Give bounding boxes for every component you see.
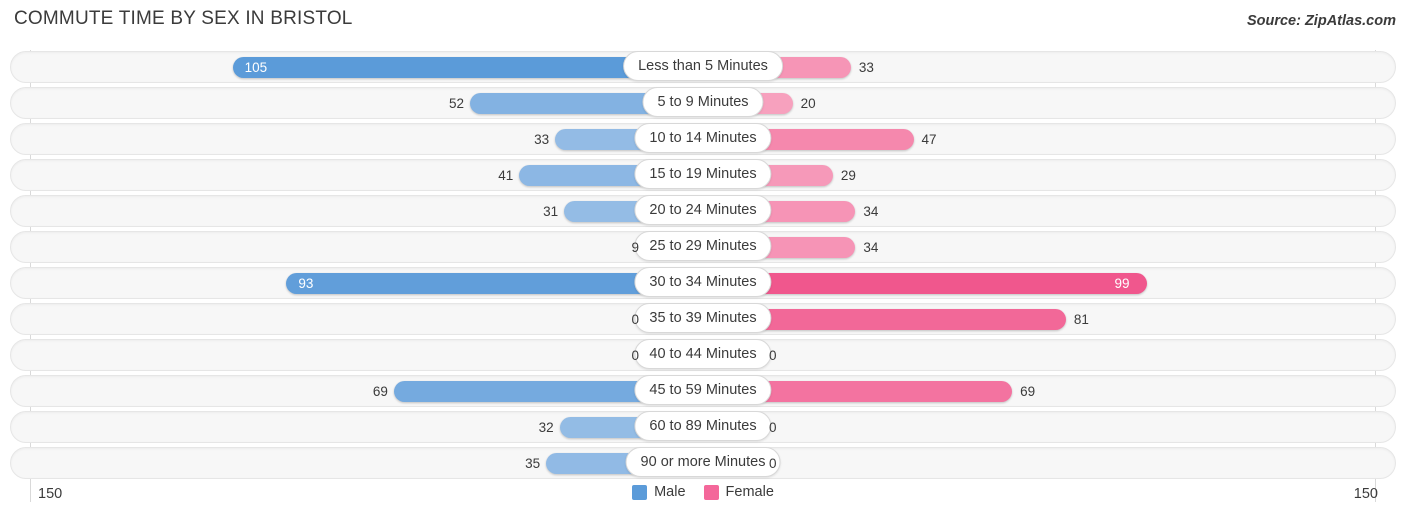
chart-row: 5 to 9 Minutes 52 20	[0, 86, 1406, 122]
value-label-male: 93	[298, 276, 314, 291]
source-attribution: Source: ZipAtlas.com	[1246, 13, 1396, 29]
value-label-female: 0	[769, 420, 777, 435]
value-label-male: 35	[525, 456, 541, 471]
category-label: 60 to 89 Minutes	[634, 411, 772, 441]
value-label-female: 29	[840, 168, 856, 183]
legend-item-female[interactable]: Female	[703, 484, 774, 500]
legend-swatch-female-icon	[703, 484, 719, 500]
chart-row: 15 to 19 Minutes 41 29	[0, 158, 1406, 194]
chart-row: 35 to 39 Minutes 0 81	[0, 302, 1406, 338]
chart-rows: Less than 5 Minutes 105 33 5 to 9 Minutes 52…	[0, 50, 1406, 482]
category-label: 10 to 14 Minutes	[634, 123, 772, 153]
chart-row: 10 to 14 Minutes 33 47	[0, 122, 1406, 158]
chart-row: 20 to 24 Minutes 31 34	[0, 194, 1406, 230]
chart-row: 90 or more Minutes 35 0	[0, 446, 1406, 482]
chart-row: 40 to 44 Minutes 0 0	[0, 338, 1406, 374]
value-label-female: 34	[863, 240, 879, 255]
category-label: 45 to 59 Minutes	[634, 375, 772, 405]
category-label: 35 to 39 Minutes	[634, 303, 772, 333]
chart-row: 25 to 29 Minutes 9 34	[0, 230, 1406, 266]
value-label-female: 99	[1114, 276, 1130, 291]
value-label-female: 81	[1073, 312, 1089, 327]
value-label-male: 69	[372, 384, 388, 399]
legend: Male Female	[0, 484, 1406, 500]
chart-row: 30 to 34 Minutes 93 99	[0, 266, 1406, 302]
category-label: 90 or more Minutes	[625, 447, 781, 477]
value-label-male: 0	[631, 312, 639, 327]
value-label-male: 105	[244, 60, 268, 75]
chart-row: 60 to 89 Minutes 32 0	[0, 410, 1406, 446]
value-label-male: 0	[631, 348, 639, 363]
category-label: 20 to 24 Minutes	[634, 195, 772, 225]
value-label-male: 41	[498, 168, 514, 183]
category-label: 40 to 44 Minutes	[634, 339, 772, 369]
category-label: Less than 5 Minutes	[623, 51, 783, 81]
page-title: COMMUTE TIME BY SEX IN BRISTOL	[14, 8, 353, 29]
value-label-female: 47	[921, 132, 937, 147]
category-label: 25 to 29 Minutes	[634, 231, 772, 261]
value-label-male: 9	[631, 240, 639, 255]
legend-swatch-male-icon	[632, 484, 648, 500]
value-label-female: 34	[863, 204, 879, 219]
value-label-female: 0	[769, 348, 777, 363]
value-label-male: 32	[538, 420, 554, 435]
category-label: 15 to 19 Minutes	[634, 159, 772, 189]
chart-footer: 150 150 Male Female	[0, 480, 1406, 522]
value-label-female: 69	[1020, 384, 1036, 399]
category-label: 30 to 34 Minutes	[634, 267, 772, 297]
value-label-female: 20	[800, 96, 816, 111]
legend-item-male[interactable]: Male	[632, 484, 686, 500]
legend-label-male: Male	[654, 484, 686, 500]
value-label-female: 33	[858, 60, 874, 75]
value-label-female: 0	[769, 456, 777, 471]
chart-container: COMMUTE TIME BY SEX IN BRISTOL Source: Z…	[0, 0, 1406, 522]
value-label-male: 31	[543, 204, 559, 219]
chart-row: Less than 5 Minutes 105 33	[0, 50, 1406, 86]
legend-label-female: Female	[725, 484, 774, 500]
value-label-male: 33	[534, 132, 550, 147]
category-label: 5 to 9 Minutes	[642, 87, 764, 117]
chart-row: 45 to 59 Minutes 69 69	[0, 374, 1406, 410]
value-label-male: 52	[449, 96, 465, 111]
